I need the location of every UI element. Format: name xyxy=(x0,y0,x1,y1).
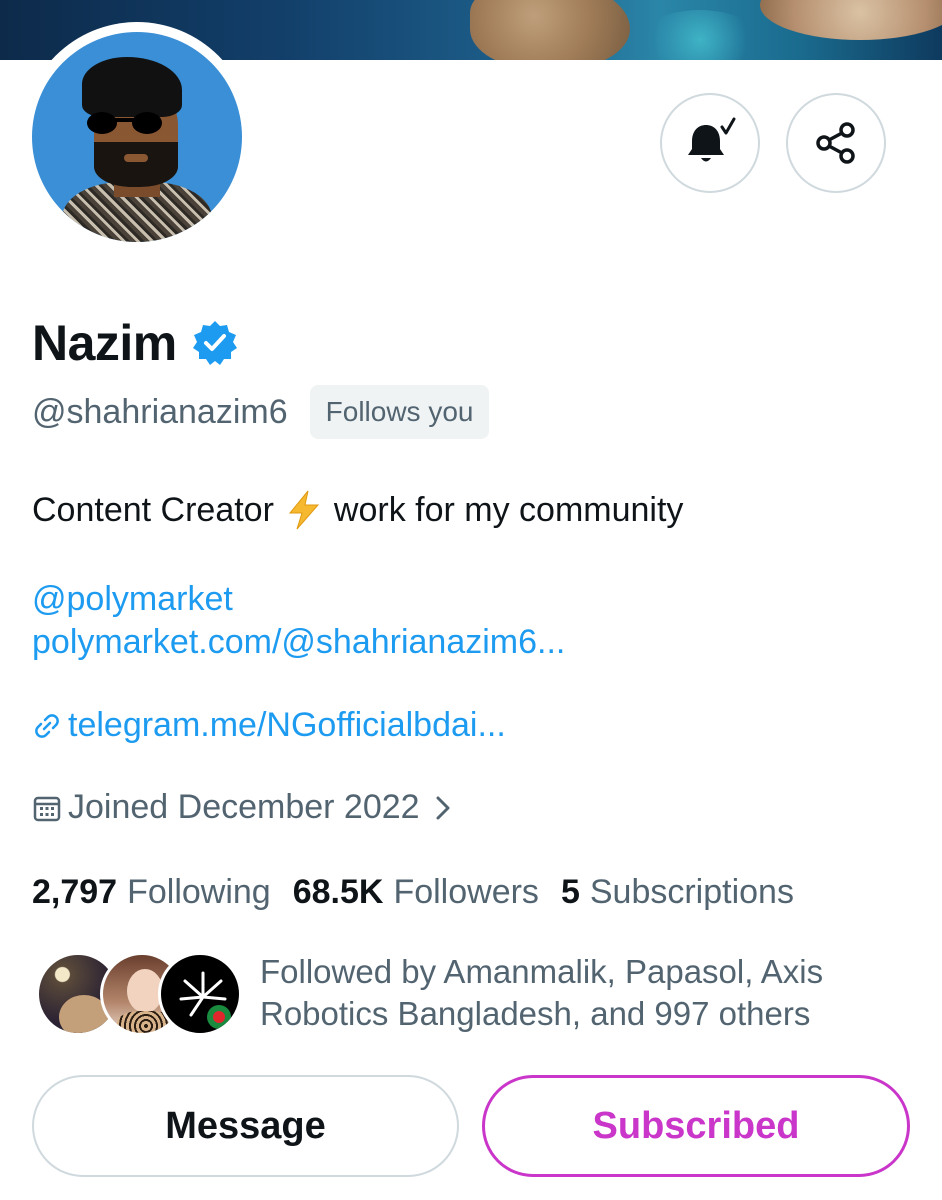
followed-by-row[interactable]: Followed by Amanmalik, Papasol, Axis Rob… xyxy=(36,952,916,1042)
followers-label: Followers xyxy=(393,873,539,911)
subscriptions-label: Subscriptions xyxy=(589,873,794,911)
verified-badge-icon[interactable] xyxy=(191,319,239,367)
profile-bio: Content Creator work for my community xyxy=(32,490,683,530)
subscriptions-count: 5 xyxy=(560,873,580,911)
followed-by-text: Followed by Amanmalik, Papasol, Axis Rob… xyxy=(260,953,824,1032)
lightning-bolt-emoji xyxy=(288,490,320,530)
calendar-icon xyxy=(33,796,61,821)
bell-check-icon xyxy=(688,117,736,162)
website-link-text[interactable]: telegram.me/NGofficialbdai... xyxy=(68,706,506,745)
following-label: Following xyxy=(127,873,271,911)
followers-count: 68.5K xyxy=(292,873,384,911)
chevron-right-icon xyxy=(436,796,450,819)
share-icon xyxy=(816,122,855,164)
share-button[interactable] xyxy=(786,93,886,193)
bio-url-link[interactable]: polymarket.com/@shahrianazim6... xyxy=(32,623,565,662)
profile-handle: @shahrianazim6 xyxy=(32,392,288,431)
website-link[interactable]: telegram.me/NGofficialbdai... xyxy=(32,706,506,745)
joined-date-row[interactable]: Joined December 2022 xyxy=(32,788,452,827)
profile-name: Nazim xyxy=(32,315,177,371)
follows-you-badge: Follows you xyxy=(309,385,490,439)
message-button[interactable]: Message xyxy=(32,1075,459,1177)
notifications-button[interactable] xyxy=(660,93,760,193)
subscriptions-stat[interactable]: 5 Subscriptions xyxy=(561,873,794,912)
starburst-logo-icon xyxy=(179,971,227,1017)
followers-stat[interactable]: 68.5K Followers xyxy=(293,873,539,912)
avatar-image xyxy=(32,32,242,242)
profile-avatar[interactable] xyxy=(22,22,252,252)
bio-mention-link[interactable]: @polymarket xyxy=(32,580,233,619)
follower-avatar xyxy=(158,952,242,1036)
link-icon xyxy=(35,713,59,738)
joined-text: Joined December 2022 xyxy=(68,788,420,826)
bio-text-end: work for my community xyxy=(333,490,684,529)
profile-name-row: Nazim xyxy=(32,313,239,373)
profile-stats: 2,797 Following 68.5K Followers 5 Subscr… xyxy=(32,873,816,912)
following-stat[interactable]: 2,797 Following xyxy=(32,873,271,912)
handle-row: @shahrianazim6 Follows you xyxy=(32,384,490,440)
subscribed-button[interactable]: Subscribed xyxy=(482,1075,910,1177)
following-count: 2,797 xyxy=(32,873,118,911)
bio-text-start: Content Creator xyxy=(32,490,274,529)
